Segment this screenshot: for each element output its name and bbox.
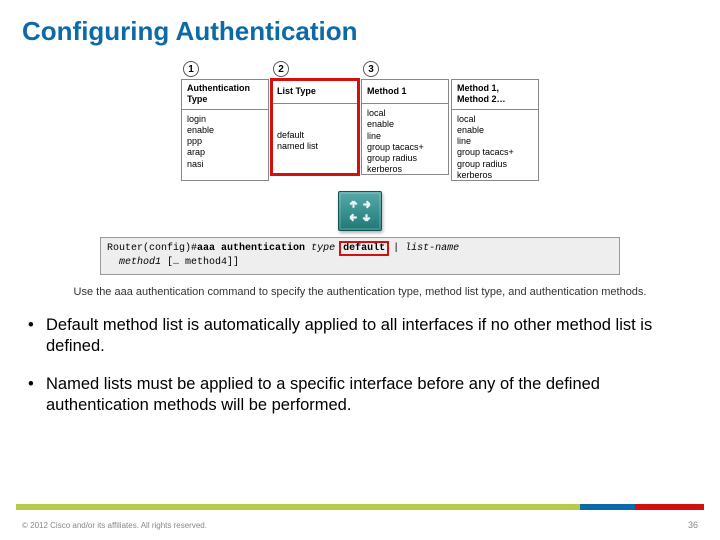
bullet-text: Default method list is automatically app… xyxy=(46,315,692,357)
command-box: Router(config)#aaa authentication type d… xyxy=(100,237,620,275)
col-3-item: enable xyxy=(367,119,443,130)
bullet-item: •Named lists must be applied to a specif… xyxy=(28,368,692,426)
col-4-item: line xyxy=(457,136,533,147)
col-3-item: kerberos xyxy=(367,164,443,175)
bullet-item: •Default method list is automatically ap… xyxy=(28,309,692,367)
col-3-item: group tacacs+ xyxy=(367,142,443,153)
col-4-body: local enable line group tacacs+ group ra… xyxy=(452,110,538,180)
col-4-item: group radius xyxy=(457,159,533,170)
col-1: 1 Authentication Type login enable ppp a… xyxy=(181,59,269,181)
cmd-default: default xyxy=(341,243,387,254)
footer-accent-bar xyxy=(16,504,704,510)
col-2-item: named list xyxy=(277,141,353,152)
col-3-item: local xyxy=(367,108,443,119)
page-number: 36 xyxy=(688,520,698,530)
col-1-header: Authentication Type xyxy=(182,80,268,110)
col-2: 2 List Type default named list xyxy=(271,59,359,181)
bullet-text: Named lists must be applied to a specifi… xyxy=(46,374,692,416)
col-4-item: kerberos xyxy=(457,170,533,181)
col-1-item: nasi xyxy=(187,159,263,170)
col-1-body: login enable ppp arap nasi xyxy=(182,110,268,180)
col-1-item: enable xyxy=(187,125,263,136)
col-3-box: Method 1 local enable line group tacacs+… xyxy=(361,79,449,175)
col-3-num: 3 xyxy=(363,61,379,77)
col-4: Method 1, Method 2… local enable line gr… xyxy=(451,59,539,181)
col-4-header: Method 1, Method 2… xyxy=(452,80,538,110)
col-3-item: group radius xyxy=(367,153,443,164)
col-3-item: line xyxy=(367,131,443,142)
cmd-methods-rest: [… method4]] xyxy=(167,257,239,268)
col-4-item: group tacacs+ xyxy=(457,147,533,158)
diagram-columns: 1 Authentication Type login enable ppp a… xyxy=(0,55,720,187)
cmd-sep: | xyxy=(393,243,399,254)
diagram-caption: Use the aaa authentication command to sp… xyxy=(0,275,720,306)
switch-icon xyxy=(338,191,382,231)
col-2-box: List Type default named list xyxy=(271,79,359,175)
slide-title: Configuring Authentication xyxy=(0,0,720,55)
col-1-item: arap xyxy=(187,147,263,158)
col-1-item: ppp xyxy=(187,136,263,147)
col-1-num: 1 xyxy=(183,61,199,77)
col-2-body: default named list xyxy=(272,104,358,174)
col-4-item: local xyxy=(457,114,533,125)
cmd-keyword: aaa authentication xyxy=(197,243,305,254)
cmd-method1: method1 xyxy=(119,257,161,268)
col-4-box: Method 1, Method 2… local enable line gr… xyxy=(451,79,539,181)
col-2-item: default xyxy=(277,130,353,141)
col-1-box: Authentication Type login enable ppp ara… xyxy=(181,79,269,181)
cmd-listname: list-name xyxy=(405,243,459,254)
cmd-type: type xyxy=(311,243,335,254)
col-2-header: List Type xyxy=(272,80,358,104)
col-3: 3 Method 1 local enable line group tacac… xyxy=(361,59,449,181)
col-4-item: enable xyxy=(457,125,533,136)
copyright-text: © 2012 Cisco and/or its affiliates. All … xyxy=(22,521,207,530)
bullet-list: •Default method list is automatically ap… xyxy=(0,305,720,425)
col-3-header: Method 1 xyxy=(362,80,448,104)
cmd-prompt: Router(config)# xyxy=(107,243,197,254)
col-3-body: local enable line group tacacs+ group ra… xyxy=(362,104,448,174)
col-2-num: 2 xyxy=(273,61,289,77)
col-1-item: login xyxy=(187,114,263,125)
